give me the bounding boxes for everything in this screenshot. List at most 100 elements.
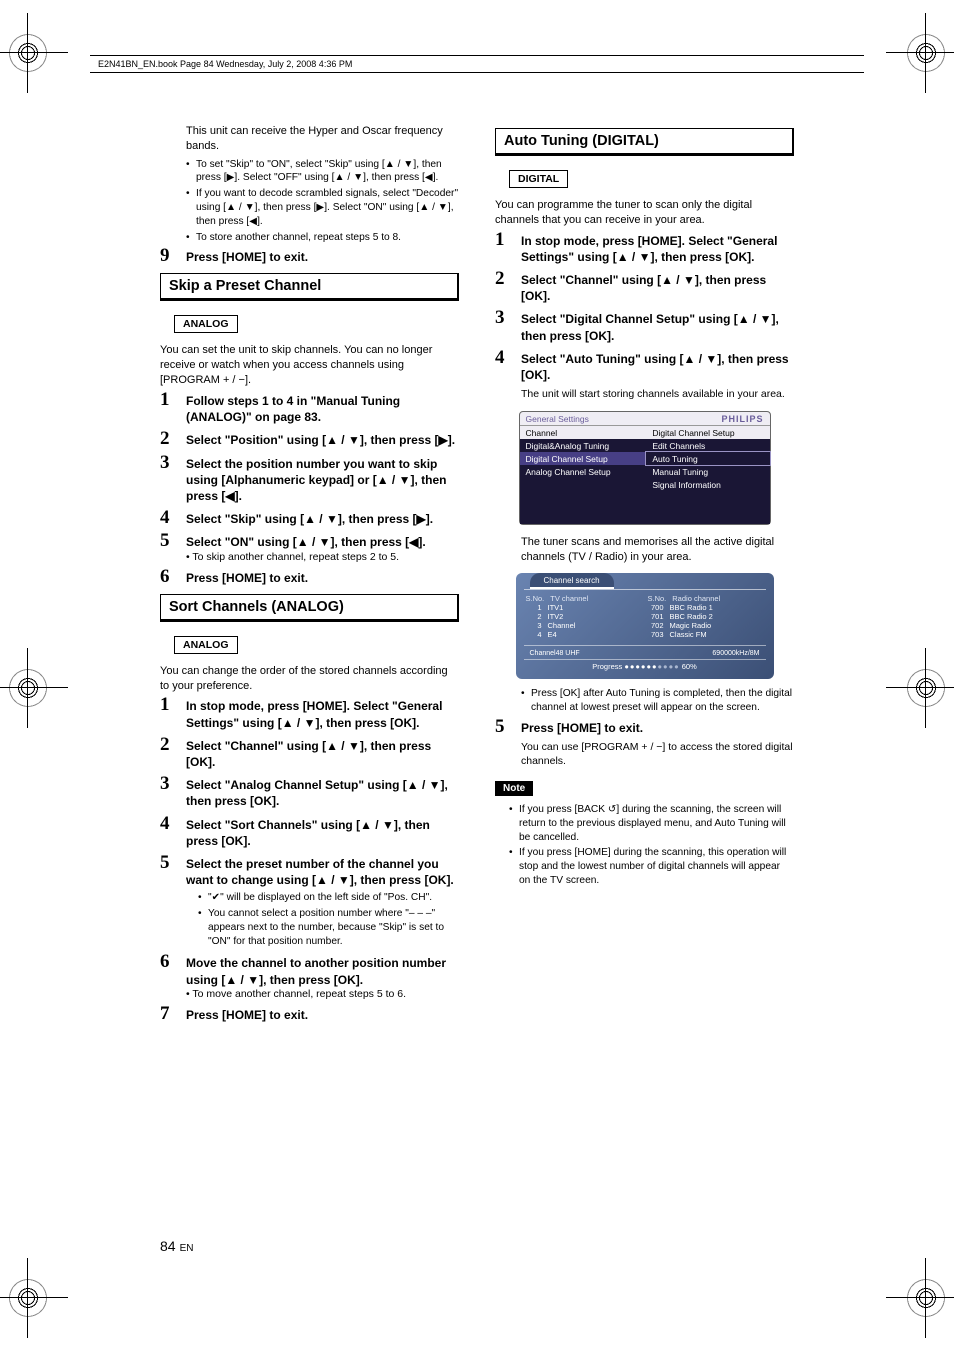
crop-mark-icon <box>10 670 46 706</box>
after-menu-text: The tuner scans and memorises all the ac… <box>495 535 794 565</box>
crop-mark-icon <box>10 35 46 71</box>
left-column: This unit can receive the Hyper and Osca… <box>160 120 459 1030</box>
menu-item: Analog Channel Setup <box>520 465 647 478</box>
progress-dots-off: ●●●● <box>658 662 680 671</box>
step-text: Select "Sort Channels" using [▲ / ▼], th… <box>186 817 459 849</box>
list-item: If you press [BACK ↺] during the scannin… <box>509 803 794 844</box>
intro-bullets: To set "Skip" to "ON", select "Skip" usi… <box>160 158 459 245</box>
cell: ITV2 <box>548 612 564 621</box>
list-item: "✔" will be displayed on the left side o… <box>198 891 459 905</box>
skip-steps: 1Follow steps 1 to 4 in "Manual Tuning (… <box>160 393 459 586</box>
progress-label: Progress <box>592 662 622 671</box>
scan-tv-column: S.No.TV channel 1ITV1 2ITV2 3Channel 4E4 <box>526 594 642 639</box>
analog-badge: ANALOG <box>174 636 238 654</box>
cell: E4 <box>548 630 557 639</box>
menu-label: Channel <box>520 426 647 440</box>
menu-label: Digital Channel Setup <box>646 426 769 440</box>
brand-label: PHILIPS <box>646 412 769 426</box>
step-number: 6 <box>160 951 170 973</box>
step-item: 1In stop mode, press [HOME]. Select "Gen… <box>495 233 794 265</box>
intro-text: This unit can receive the Hyper and Osca… <box>160 124 459 154</box>
step-item: 2Select "Position" using [▲ / ▼], then p… <box>160 432 459 448</box>
step-number: 5 <box>160 530 170 552</box>
step-item: 6Move the channel to another position nu… <box>160 955 459 999</box>
cell: 700 <box>648 603 664 612</box>
cell: ITV1 <box>548 603 564 612</box>
step-sub: You can use [PROGRAM + / −] to access th… <box>521 740 794 768</box>
cell: 701 <box>648 612 664 621</box>
scan-tab: Channel search <box>530 573 614 589</box>
step-number: 3 <box>495 307 505 329</box>
step-item: 1In stop mode, press [HOME]. Select "Gen… <box>160 698 459 730</box>
step-number: 3 <box>160 452 170 474</box>
menu-label: General Settings <box>520 412 647 426</box>
sort-steps: 1In stop mode, press [HOME]. Select "Gen… <box>160 698 459 1023</box>
cell: 2 <box>526 612 542 621</box>
menu-item: Digital&Analog Tuning <box>520 439 647 452</box>
cell: 4 <box>526 630 542 639</box>
cell: BBC Radio 1 <box>670 603 713 612</box>
step-number: 1 <box>495 229 505 251</box>
running-head: E2N41BN_EN.book Page 84 Wednesday, July … <box>90 55 864 73</box>
auto-intro: You can programme the tuner to scan only… <box>495 198 794 228</box>
step-number: 1 <box>160 389 170 411</box>
section-heading-sort: Sort Channels (ANALOG) <box>160 594 459 622</box>
col-head: S.No. <box>526 594 545 603</box>
step-text: Press [HOME] to exit. <box>521 720 794 736</box>
step-text: Select "Digital Channel Setup" using [▲ … <box>521 311 794 343</box>
step-item: 4Select "Sort Channels" using [▲ / ▼], t… <box>160 817 459 849</box>
crop-mark-icon <box>908 35 944 71</box>
cell: Magic Radio <box>670 621 712 630</box>
after-scan-bullets: Press [OK] after Auto Tuning is complete… <box>495 687 794 715</box>
step-number: 7 <box>160 1003 170 1025</box>
progress-dots-on: ●●●●●● <box>624 662 657 671</box>
step-item: 2Select "Channel" using [▲ / ▼], then pr… <box>160 738 459 770</box>
step-text: Select "Analog Channel Setup" using [▲ /… <box>186 777 459 809</box>
step-text: Select "ON" using [▲ / ▼], then press [◀… <box>186 534 459 550</box>
step-item: 3Select "Analog Channel Setup" using [▲ … <box>160 777 459 809</box>
right-column: Auto Tuning (DIGITAL) DIGITAL You can pr… <box>495 120 794 1030</box>
step-item: 1Follow steps 1 to 4 in "Manual Tuning (… <box>160 393 459 425</box>
col-head: TV channel <box>550 594 588 603</box>
step-text: Select "Position" using [▲ / ▼], then pr… <box>186 432 459 448</box>
step-item: 6Press [HOME] to exit. <box>160 570 459 586</box>
step-item: 4Select "Auto Tuning" using [▲ / ▼], the… <box>495 351 794 402</box>
list-item: Press [OK] after Auto Tuning is complete… <box>521 687 794 715</box>
step-item: 7Press [HOME] to exit. <box>160 1007 459 1023</box>
step-text: Select the position number you want to s… <box>186 456 459 505</box>
step-sub: • To move another channel, repeat steps … <box>186 988 459 1000</box>
step-text: Select "Auto Tuning" using [▲ / ▼], then… <box>521 351 794 383</box>
analog-badge: ANALOG <box>174 315 238 333</box>
page-number-value: 84 <box>160 1238 176 1254</box>
step-item: 5 Press [HOME] to exit. You can use [PRO… <box>495 720 794 769</box>
scan-foot-left: Channel48 UHF <box>530 650 580 657</box>
col-head: S.No. <box>648 594 667 603</box>
step-item: 3Select "Digital Channel Setup" using [▲… <box>495 311 794 343</box>
section-heading-auto: Auto Tuning (DIGITAL) <box>495 128 794 156</box>
step-text: In stop mode, press [HOME]. Select "Gene… <box>521 233 794 265</box>
step-number: 2 <box>495 268 505 290</box>
step-sub-list: "✔" will be displayed on the left side o… <box>186 891 459 948</box>
col-head: Radio channel <box>672 594 720 603</box>
page-number: 84EN <box>160 1238 193 1254</box>
step-text: Press [HOME] to exit. <box>186 1007 459 1023</box>
cell: Classic FM <box>670 630 707 639</box>
step-item: 9 Press [HOME] to exit. <box>160 249 459 265</box>
step-number: 4 <box>160 813 170 835</box>
page-sheet: E2N41BN_EN.book Page 84 Wednesday, July … <box>0 0 954 1351</box>
scan-screenshot: Channel search S.No. TV channel 1 ITV1 2 IT… <box>516 573 774 679</box>
cell: 1 <box>526 603 542 612</box>
step-text: Press [HOME] to exit. <box>186 570 459 586</box>
step-item: 5Select "ON" using [▲ / ▼], then press [… <box>160 534 459 562</box>
list-item: You cannot select a position number wher… <box>198 907 459 948</box>
cell: BBC Radio 2 <box>670 612 713 621</box>
list-item: To set "Skip" to "ON", select "Skip" usi… <box>186 158 459 186</box>
step-number: 3 <box>160 773 170 795</box>
crop-mark-icon <box>908 1280 944 1316</box>
progress-pct: 60% <box>682 662 697 671</box>
step-item: 5Select the preset number of the channel… <box>160 856 459 948</box>
menu-screenshot: General SettingsPHILIPS ChannelDigital C… <box>519 411 771 525</box>
step-text: Select "Skip" using [▲ / ▼], then press … <box>186 511 459 527</box>
menu-item: Signal Information <box>646 478 769 491</box>
list-item: To store another channel, repeat steps 5… <box>186 231 459 245</box>
